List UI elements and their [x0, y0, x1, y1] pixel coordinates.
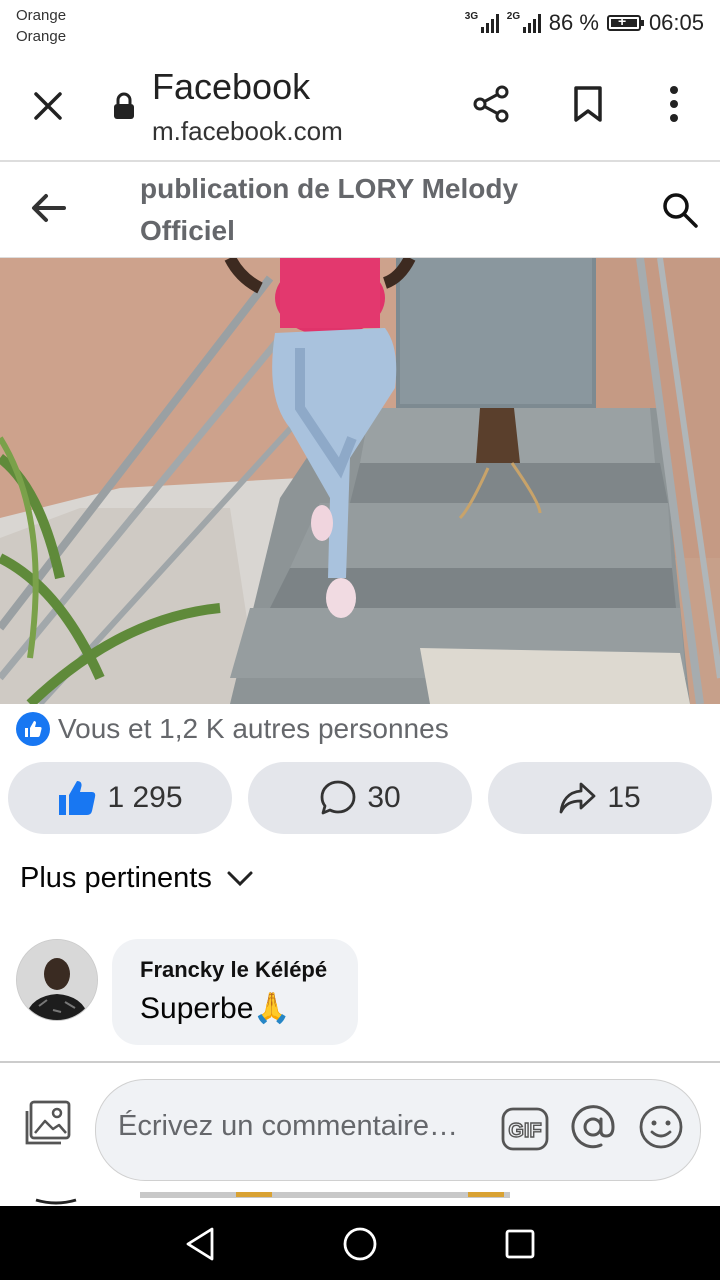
battery-icon: + [606, 13, 644, 31]
browser-toolbar: Facebook m.facebook.com [0, 50, 720, 162]
comment-input[interactable]: Écrivez un commentaire… GIF [95, 1079, 701, 1181]
signal-icon-1: 3G [464, 11, 499, 33]
close-icon[interactable] [24, 82, 72, 130]
comment-text: Superbe🙏 [140, 992, 291, 1025]
emoji-icon[interactable] [636, 1102, 686, 1152]
comment-author[interactable]: Francky le Kélépé [140, 957, 327, 983]
post-header: publication de LORY Melody Officiel [0, 162, 720, 258]
like-count: 1 295 [107, 781, 183, 814]
status-indicators: 3G 2G 86 % + 06:05 [465, 10, 704, 36]
share-arrow-icon [559, 782, 596, 814]
bookmark-icon[interactable] [566, 80, 610, 128]
carrier-info: Orange Orange [16, 5, 66, 47]
nav-recents-icon[interactable] [500, 1224, 540, 1264]
nav-back-icon[interactable] [180, 1224, 220, 1264]
photo-icon[interactable] [22, 1097, 74, 1149]
gif-icon[interactable]: GIF [500, 1106, 550, 1152]
network-type-1: 3G [464, 11, 479, 22]
share-icon[interactable] [468, 80, 516, 128]
more-vert-icon[interactable] [656, 80, 692, 128]
status-bar: Orange Orange 3G 2G 86 % + 06:05 [0, 0, 720, 50]
share-button[interactable]: 15 [488, 762, 712, 834]
thumbs-up-icon [59, 781, 96, 815]
like-reaction-icon [16, 712, 50, 746]
lock-icon [110, 90, 138, 122]
system-nav-bar [0, 1206, 720, 1280]
comment-icon [320, 780, 356, 815]
network-type-2: 2G [506, 11, 521, 22]
search-icon[interactable] [656, 186, 704, 234]
battery-percent: 86 % [548, 10, 599, 35]
back-arrow-icon[interactable] [26, 188, 70, 228]
comment-button[interactable]: 30 [248, 762, 472, 834]
nav-home-icon[interactable] [340, 1224, 380, 1264]
comment-count: 30 [367, 781, 401, 814]
site-title: Facebook [152, 66, 311, 107]
carrier-1: Orange [16, 7, 67, 24]
like-button[interactable]: 1 295 [8, 762, 232, 834]
reactions-text: Vous et 1,2 K autres personnes [58, 713, 449, 744]
comment-bubble: Francky le Kélépé Superbe🙏 [112, 939, 358, 1045]
comment-input-placeholder: Écrivez un commentaire… [118, 1110, 459, 1142]
sort-label: Plus pertinents [20, 862, 212, 894]
share-count: 15 [607, 781, 641, 814]
avatar[interactable] [16, 939, 98, 1021]
post-photo[interactable] [0, 258, 720, 704]
next-comment-peek [0, 1192, 720, 1206]
gif-label: GIF [508, 1120, 541, 1142]
comment-sort-dropdown[interactable]: Plus pertinents [20, 862, 254, 895]
comment-composer-bar: Écrivez un commentaire… GIF [0, 1061, 720, 1203]
carrier-2: Orange [16, 28, 67, 45]
signal-icon-2: 2G [506, 11, 541, 33]
page-title: publication de LORY Melody Officiel [140, 173, 519, 246]
chevron-down-icon [227, 871, 253, 886]
mention-icon[interactable] [568, 1102, 618, 1152]
clock: 06:05 [648, 10, 704, 35]
site-url[interactable]: m.facebook.com [152, 116, 343, 147]
reactions-summary[interactable]: Vous et 1,2 K autres personnes [16, 712, 449, 746]
